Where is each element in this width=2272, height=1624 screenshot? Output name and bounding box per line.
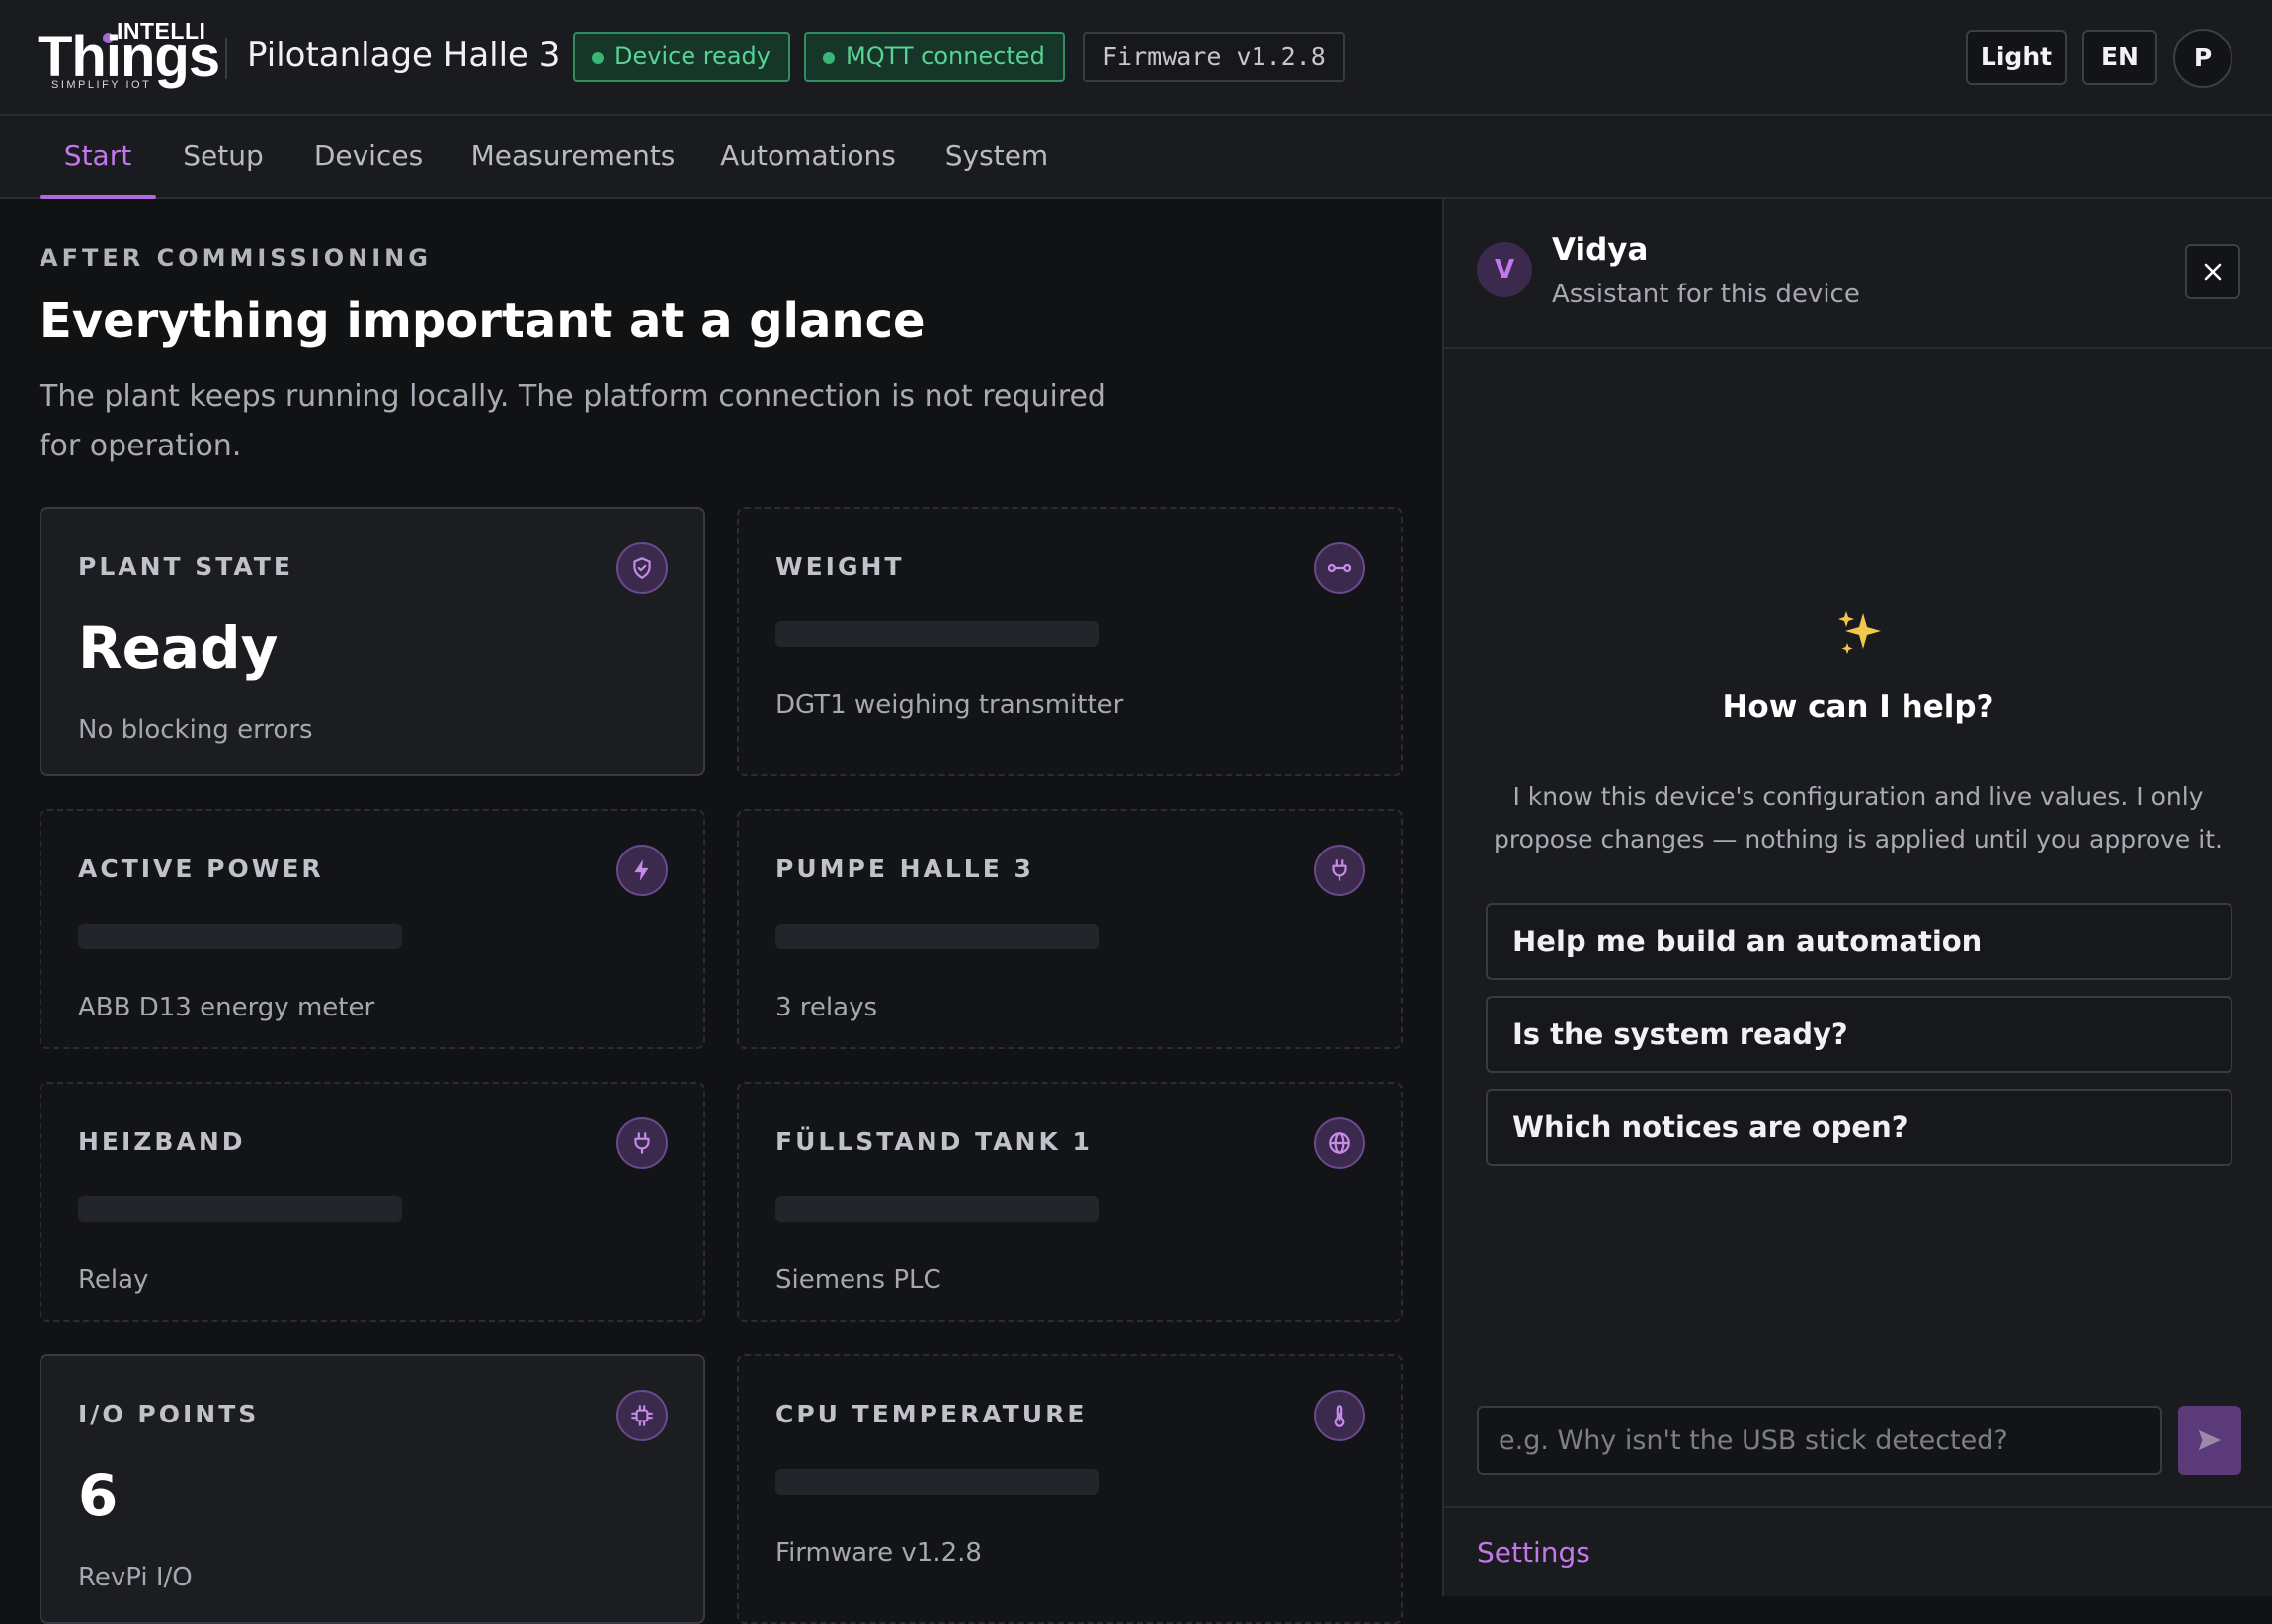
assistant-message-input[interactable]	[1477, 1406, 2162, 1475]
thermometer-icon	[1314, 1390, 1365, 1441]
value-placeholder-bar	[775, 924, 1099, 949]
page-title: Everything important at a glance	[40, 293, 926, 349]
sparkles-icon	[1829, 604, 1889, 663]
user-avatar-button[interactable]: P	[2173, 29, 2232, 88]
status-dot-icon	[592, 52, 604, 64]
tab-devices[interactable]: Devices	[308, 116, 429, 197]
cpu-temperature-card[interactable]: CPU TEMPERATURE Firmware v1.2.8	[737, 1354, 1403, 1624]
card-label: ACTIVE POWER	[78, 854, 324, 883]
assistant-footer: Settings	[1444, 1506, 2272, 1596]
assistant-role: Assistant for this device	[1552, 280, 1860, 309]
tab-start[interactable]: Start	[40, 116, 156, 199]
plug-icon	[616, 1117, 668, 1169]
shield-check-icon	[616, 542, 668, 594]
top-header: INTELLI Things SIMPLIFY IOT Pilotanlage …	[0, 0, 2272, 116]
card-label: FÜLLSTAND TANK 1	[775, 1127, 1093, 1156]
language-button[interactable]: EN	[2082, 30, 2157, 85]
assistant-avatar: V	[1477, 242, 1532, 297]
suggestion-open-notices[interactable]: Which notices are open?	[1486, 1089, 2232, 1166]
main-nav: Start Setup Devices Measurements Automat…	[0, 116, 2272, 199]
firmware-badge: Firmware v1.2.8	[1083, 32, 1345, 82]
logo-tagline: SIMPLIFY IOT	[51, 79, 152, 91]
plant-state-card[interactable]: PLANT STATE Ready No blocking errors	[40, 507, 705, 776]
status-dot-icon	[823, 52, 835, 64]
lightning-icon	[616, 845, 668, 896]
device-status-badge: Device ready	[573, 32, 790, 82]
card-subtitle: Relay	[78, 1265, 149, 1295]
value-placeholder-bar	[775, 621, 1099, 647]
link-icon	[1314, 542, 1365, 594]
heizband-card[interactable]: HEIZBAND Relay	[40, 1082, 705, 1322]
card-subtitle: 3 relays	[775, 993, 878, 1022]
suggestion-build-automation[interactable]: Help me build an automation	[1486, 903, 2232, 980]
tab-setup[interactable]: Setup	[176, 116, 271, 197]
card-subtitle: Firmware v1.2.8	[775, 1538, 982, 1568]
send-arrow-icon	[2198, 1430, 2222, 1450]
assistant-header: V Vidya Assistant for this device	[1444, 199, 2272, 349]
start-page: AFTER COMMISSIONING Everything important…	[0, 199, 1442, 1624]
mqtt-status-badge: MQTT connected	[804, 32, 1065, 82]
suggestion-system-ready[interactable]: Is the system ready?	[1486, 996, 2232, 1073]
close-assistant-button[interactable]	[2185, 244, 2240, 299]
card-label: HEIZBAND	[78, 1127, 246, 1156]
assistant-intro: I know this device's configuration and l…	[1494, 782, 2223, 853]
value-placeholder-bar	[78, 1196, 402, 1222]
value-placeholder-bar	[775, 1469, 1099, 1495]
value-placeholder-bar	[78, 924, 402, 949]
device-title: Pilotanlage Halle 3	[247, 36, 561, 75]
io-points-value: 6	[78, 1462, 119, 1529]
send-message-button[interactable]	[2178, 1406, 2241, 1475]
close-icon	[2204, 263, 2222, 281]
card-label: I/O POINTS	[78, 1400, 260, 1428]
tab-automations[interactable]: Automations	[717, 116, 899, 197]
chip-icon	[616, 1390, 668, 1441]
theme-toggle-button[interactable]: Light	[1966, 30, 2067, 85]
tab-system[interactable]: System	[936, 116, 1057, 197]
card-subtitle: RevPi I/O	[78, 1563, 193, 1592]
card-subtitle: DGT1 weighing transmitter	[775, 690, 1124, 720]
assistant-settings-link[interactable]: Settings	[1477, 1536, 1590, 1569]
weight-card[interactable]: WEIGHT DGT1 weighing transmitter	[737, 507, 1403, 776]
intellithings-logo[interactable]: INTELLI Things SIMPLIFY IOT	[38, 18, 220, 97]
section-eyebrow: AFTER COMMISSIONING	[40, 244, 432, 272]
pumpe-halle-3-card[interactable]: PUMPE HALLE 3 3 relays	[737, 809, 1403, 1049]
assistant-panel: V Vidya Assistant for this device How ca…	[1442, 199, 2272, 1596]
card-subtitle: ABB D13 energy meter	[78, 993, 375, 1022]
page-description: The plant keeps running locally. The pla…	[40, 379, 1106, 463]
plug-icon	[1314, 845, 1365, 896]
card-label: PUMPE HALLE 3	[775, 854, 1034, 883]
assistant-name: Vidya	[1552, 232, 1649, 268]
card-label: PLANT STATE	[78, 552, 293, 581]
card-subtitle: No blocking errors	[78, 715, 313, 745]
plant-state-value: Ready	[78, 614, 279, 682]
io-points-card[interactable]: I/O POINTS 6 RevPi I/O	[40, 1354, 705, 1624]
card-subtitle: Siemens PLC	[775, 1265, 941, 1295]
tab-measurements[interactable]: Measurements	[466, 116, 680, 197]
value-placeholder-bar	[775, 1196, 1099, 1222]
card-label: WEIGHT	[775, 552, 905, 581]
mqtt-status-text: MQTT connected	[846, 42, 1045, 70]
assistant-help-title: How can I help?	[1722, 690, 1994, 725]
device-status-text: Device ready	[614, 42, 771, 70]
fuellstand-tank-1-card[interactable]: FÜLLSTAND TANK 1 Siemens PLC	[737, 1082, 1403, 1322]
card-label: CPU TEMPERATURE	[775, 1400, 1088, 1428]
active-power-card[interactable]: ACTIVE POWER ABB D13 energy meter	[40, 809, 705, 1049]
header-divider	[225, 38, 227, 79]
globe-icon	[1314, 1117, 1365, 1169]
